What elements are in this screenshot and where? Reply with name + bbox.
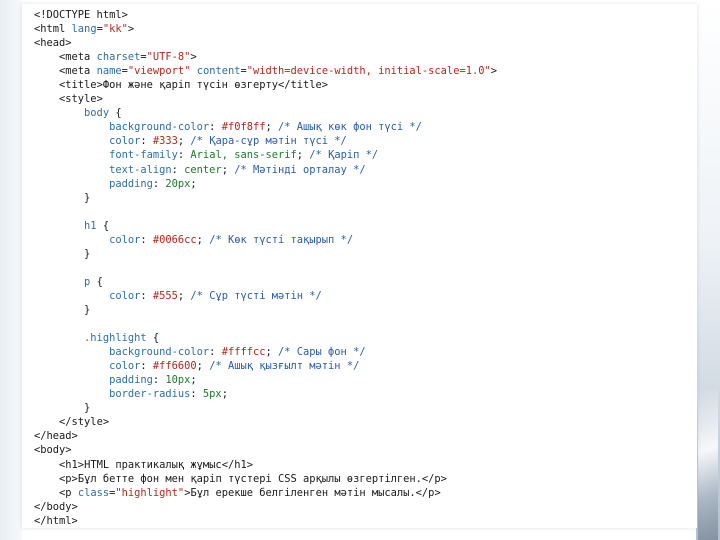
code-line-h1-selector: h1 {: [84, 219, 110, 232]
code-line-h1-color: color: #0066cc; /* Көк түсті тақырып */: [109, 233, 354, 246]
left-decoration: [0, 0, 22, 540]
code-line-highlight-padding: padding: 10px;: [109, 374, 197, 387]
code-line-body-open: <body>: [34, 444, 72, 457]
code-line-highlight-selector: .highlight {: [84, 332, 160, 345]
code-line-p2-element: <p class="highlight">Бұл ерекше белгілен…: [59, 486, 441, 499]
code-line-body-color: color: #333; /* Қара-сұр мәтін түсі */: [109, 135, 347, 148]
code-line-highlight-bg: background-color: #ffffcc; /* Сары фон *…: [109, 346, 366, 359]
code-line-head-close: </head>: [34, 430, 78, 443]
code-line-style-open: <style>: [59, 93, 103, 106]
code-line-html-open: <html lang="kk">: [34, 23, 135, 36]
code-line-highlight-color: color: #ff6600; /* Ашық қызғылт мәтін */: [109, 360, 360, 373]
code-line-body-selector: body {: [84, 107, 122, 120]
code-line-p-color: color: #555; /* Сұр түсті мәтін */: [109, 289, 322, 302]
code-line-h1-close: }: [84, 247, 91, 260]
right-decoration-shine: [698, 390, 718, 540]
code-line-body-close-tag: </body>: [34, 500, 78, 513]
code-line-highlight-close: }: [84, 402, 91, 415]
code-line-body-padding: padding: 20px;: [109, 177, 197, 190]
code-line-p-selector: p {: [84, 275, 103, 288]
code-listing: <!DOCTYPE html> <html lang="kk"> <head> …: [22, 4, 697, 528]
code-line-title: <title>Фон және қаріп түсін өзгерту</tit…: [59, 79, 329, 92]
code-line-highlight-radius: border-radius: 5px;: [109, 388, 228, 401]
code-line-meta-charset: <meta charset="UTF-8">: [59, 51, 197, 64]
code-line-head-open: <head>: [34, 37, 72, 50]
code-line-style-close: </style>: [59, 416, 110, 429]
code-line-doctype: <!DOCTYPE html>: [34, 9, 128, 21]
code-line-h1-element: <h1>HTML практикалық жұмыс</h1>: [59, 458, 253, 471]
slide: <!DOCTYPE html> <html lang="kk"> <head> …: [0, 0, 720, 540]
code-line-p1-element: <p>Бұл бетте фон мен қаріп түстері CSS а…: [59, 472, 447, 485]
page-title: Фон және қаріп түсін өзгерту: [102, 79, 278, 92]
code-line-body-bg: background-color: #f0f8ff; /* Ашық көк ф…: [109, 121, 422, 134]
code-line-meta-viewport: <meta name="viewport" content="width=dev…: [59, 65, 497, 78]
code-line-body-align: text-align: center; /* Мәтінді орталау *…: [109, 163, 366, 176]
code-line-body-font: font-family: Arial, sans-serif; /* Қаріп…: [109, 149, 379, 162]
code-line-p-close: }: [84, 303, 91, 316]
code-line-html-close: </html>: [34, 514, 78, 527]
code-line-body-close: }: [84, 191, 91, 204]
